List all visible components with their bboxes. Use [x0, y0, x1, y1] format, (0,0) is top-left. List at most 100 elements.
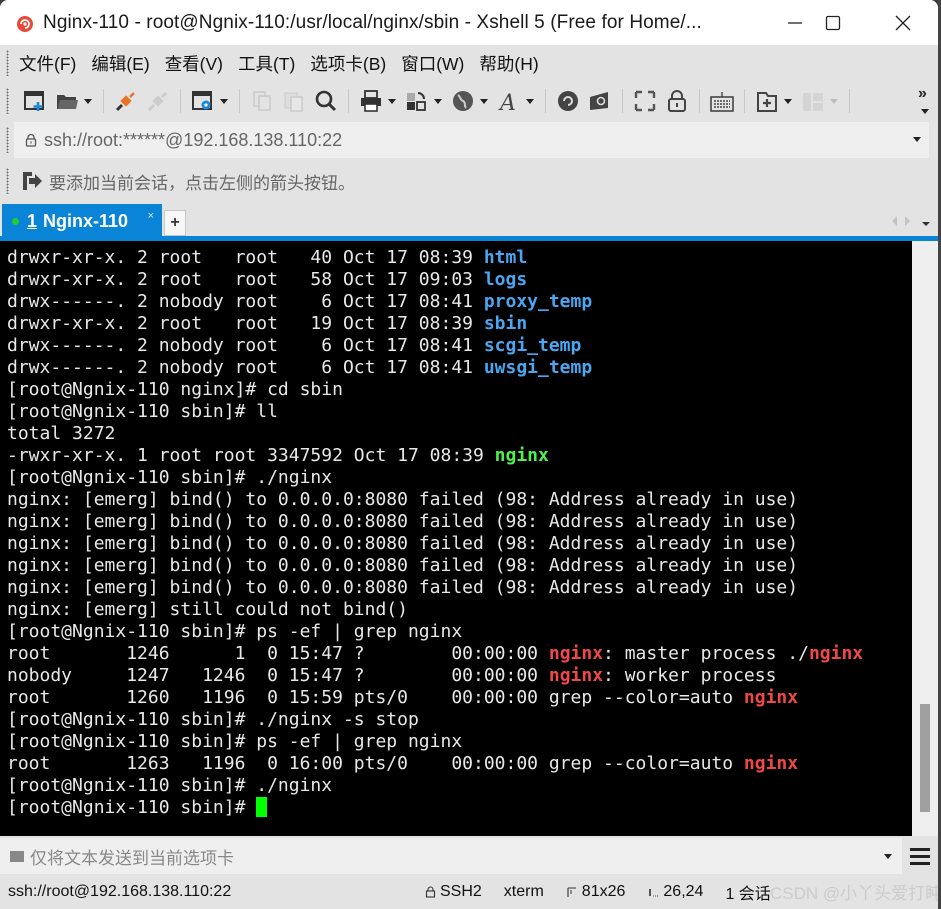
compose-send-bar[interactable]: 仅将文本发送到当前选项卡: [0, 838, 938, 874]
hamburger-icon-bar: [910, 854, 930, 858]
menu-view[interactable]: 查看(V): [165, 51, 223, 76]
send-input[interactable]: 仅将文本发送到当前选项卡: [30, 844, 234, 869]
csdn-watermark: CSDN @小丫头爱打盹: [770, 884, 938, 903]
terminal-text: nginx: [emerg] bind() to 0.0.0.0:8080 fa…: [7, 533, 799, 554]
send-target-dropdown-icon[interactable]: [884, 854, 892, 859]
tab-close-icon[interactable]: ×: [148, 210, 154, 222]
menu-edit[interactable]: 编辑(E): [91, 51, 149, 76]
terminal-scrollbar[interactable]: [912, 241, 938, 836]
lock-icon: [668, 90, 686, 112]
tab-list-dropdown-icon[interactable]: [922, 222, 930, 226]
menu-file[interactable]: 文件(F): [19, 51, 76, 76]
hamburger-icon-bar: [910, 847, 930, 851]
open-dropdown[interactable]: [83, 88, 93, 114]
send-menu-button[interactable]: [902, 838, 938, 874]
xshell-button[interactable]: [555, 88, 581, 114]
size-label: 81x26: [581, 882, 626, 900]
menu-help[interactable]: 帮助(H): [479, 51, 538, 76]
add-session-arrow-icon[interactable]: [21, 170, 43, 192]
print-button[interactable]: [358, 88, 384, 114]
tab-scroll-left-icon[interactable]: [892, 216, 897, 226]
close-icon: [895, 15, 911, 30]
connection-status-dot: [12, 217, 19, 225]
terminal-text: nginx: [emerg] bind() to 0.0.0.0:8080 fa…: [7, 555, 799, 576]
transfer-button[interactable]: [404, 88, 430, 114]
cursor-pos-label: 26,24: [663, 882, 704, 900]
title-bar: Nginx-110 - root@Ngnix-110:/usr/local/ng…: [0, 0, 938, 45]
terminal-line: nginx: [emerg] bind() to 0.0.0.0:8080 fa…: [7, 555, 863, 577]
properties-dropdown[interactable]: [219, 88, 229, 114]
svg-text:A: A: [498, 91, 516, 113]
terminal-text: total 3272: [7, 423, 116, 444]
hamburger-icon-bar: [910, 861, 930, 865]
paste-button[interactable]: [281, 88, 307, 114]
new-tab-button[interactable]: +: [164, 210, 186, 236]
fullscreen-icon: [634, 90, 656, 112]
terminal-text: -rwxr-xr-x. 1 root root 3347592 Oct 17 0…: [7, 445, 495, 466]
font-button[interactable]: A: [496, 88, 522, 114]
terminal-text: : worker process: [603, 665, 777, 686]
terminal-line: [root@Ngnix-110 sbin]# ./nginx: [7, 775, 863, 797]
compose-button[interactable]: [754, 88, 780, 114]
globe-button[interactable]: [450, 88, 476, 114]
menu-bar: 文件(F) 编辑(E) 查看(V) 工具(T) 选项卡(B) 窗口(W) 帮助(…: [0, 45, 938, 81]
layout-dropdown[interactable]: [829, 88, 839, 114]
find-button[interactable]: [313, 88, 339, 114]
properties-button[interactable]: [190, 88, 216, 114]
scrollbar-thumb[interactable]: [920, 704, 930, 812]
xftp-button[interactable]: [587, 88, 613, 114]
transfer-dropdown[interactable]: [433, 88, 443, 114]
xshell-icon: [558, 91, 578, 111]
maximize-button[interactable]: [798, 0, 868, 45]
toolbar-overflow-button[interactable]: »: [918, 85, 927, 103]
address-input[interactable]: ssh://root:******@192.168.138.110:22: [44, 130, 342, 151]
tab-label: 1 Nginx-110: [27, 210, 129, 231]
connect-button[interactable]: [113, 88, 139, 114]
terminal-text: [root@Ngnix-110 sbin]# ./nginx: [7, 775, 333, 796]
toolbar-separator: [239, 89, 240, 113]
menu-tools[interactable]: 工具(T): [238, 51, 295, 76]
terminal-line: drwxr-xr-x. 2 root root 40 Oct 17 08:39 …: [7, 247, 863, 269]
layout-button[interactable]: [800, 88, 826, 114]
terminal-text: [root@Ngnix-110 nginx]# cd sbin: [7, 379, 343, 400]
resize-icon: [567, 886, 576, 897]
status-connection: ssh://root@192.168.138.110:22: [8, 882, 232, 900]
menu-window[interactable]: 窗口(W): [401, 51, 464, 76]
print-dropdown[interactable]: [387, 88, 397, 114]
open-button[interactable]: [54, 88, 80, 114]
tab-scroll-right-icon[interactable]: [905, 216, 910, 226]
terminal-highlight: nginx: [494, 445, 549, 466]
fullscreen-button[interactable]: [632, 88, 658, 114]
address-dropdown-icon[interactable]: [913, 137, 921, 142]
terminal-text: drwxr-xr-x. 2 root root 40 Oct 17 08:39: [7, 247, 484, 268]
keyboard-button[interactable]: [709, 88, 735, 114]
close-button[interactable]: [868, 0, 938, 45]
menu-tabs[interactable]: 选项卡(B): [310, 51, 386, 76]
status-size: 81x26: [566, 882, 626, 901]
terminal[interactable]: drwxr-xr-x. 2 root root 40 Oct 17 08:39 …: [0, 241, 912, 836]
terminal-highlight: nginx: [808, 643, 864, 664]
toolbar-grip: [6, 88, 9, 114]
terminal-text: root 1246 1 0 15:47 ? 00:00:00: [7, 643, 549, 664]
lock-button[interactable]: [664, 88, 690, 114]
terminal-highlight: logs: [483, 269, 528, 290]
terminal-line: [root@Ngnix-110 sbin]# ps -ef | grep ngi…: [7, 731, 863, 753]
status-cursor-pos: 26,24: [647, 883, 703, 901]
terminal-line: [root@Ngnix-110 sbin]# ps -ef | grep ngi…: [7, 621, 863, 643]
new-session-button[interactable]: [22, 88, 48, 114]
compose-dropdown[interactable]: [783, 88, 793, 114]
terminal-line: -rwxr-xr-x. 1 root root 3347592 Oct 17 0…: [7, 445, 863, 467]
tab-bar: 1 Nginx-110 × +: [0, 202, 938, 240]
new-session-icon: [24, 91, 44, 111]
address-bar[interactable]: ssh://root:******@192.168.138.110:22: [14, 122, 929, 158]
disconnect-button[interactable]: [145, 88, 171, 114]
terminal-line: [root@Ngnix-110 nginx]# cd sbin: [7, 379, 863, 401]
copy-button[interactable]: [249, 88, 275, 114]
tab-nginx-110[interactable]: 1 Nginx-110 ×: [2, 204, 162, 238]
tab-scroll-buttons: [892, 216, 910, 226]
terminal-line: [root@Ngnix-110 sbin]# ./nginx -s stop: [7, 709, 863, 731]
font-dropdown[interactable]: [525, 88, 535, 114]
protocol-label: SSH2: [440, 882, 482, 900]
add-folder-icon: [757, 92, 777, 112]
globe-dropdown[interactable]: [479, 88, 489, 114]
